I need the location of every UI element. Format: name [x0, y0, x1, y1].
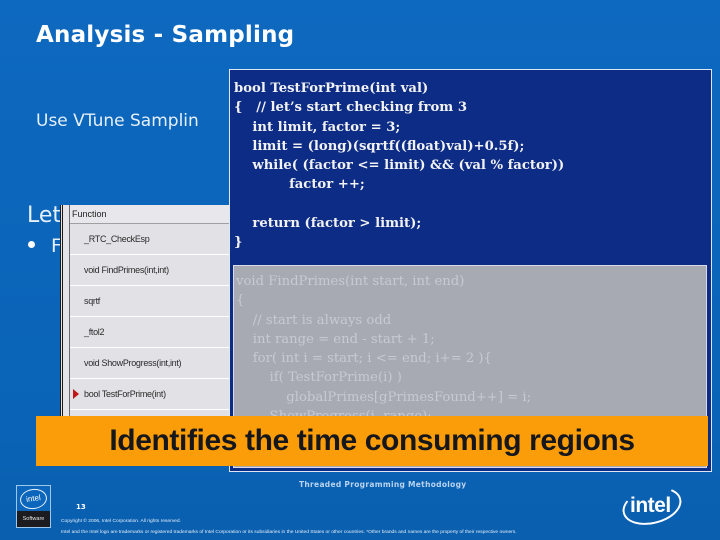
footer-course-title: Threaded Programming Methodology: [299, 480, 467, 489]
function-row[interactable]: _ftol2: [70, 317, 238, 348]
function-row[interactable]: sqrtf: [70, 286, 238, 317]
code-line: int limit, factor = 3;: [234, 119, 401, 135]
function-name: void ShowProgress(int,int): [84, 358, 182, 368]
code-line: if( TestForPrime(i) ): [236, 370, 402, 386]
bullet-icon: [28, 241, 35, 248]
bullet-item: F: [28, 235, 62, 257]
function-row[interactable]: void FindPrimes(int,int): [70, 255, 238, 286]
code-line: {: [236, 293, 245, 309]
highlighted-code-block: bool TestForPrime(int val) { // let’s sta…: [234, 79, 564, 253]
function-row[interactable]: _RTC_CheckEsp: [70, 224, 238, 255]
code-line: bool TestForPrime(int val): [234, 81, 429, 96]
code-line: int range = end - start + 1;: [236, 331, 435, 347]
function-name: _ftol2: [84, 327, 105, 337]
intel-logo-wordmark: intel: [630, 494, 671, 517]
source-code-window: bool TestForPrime(int val) { // let’s sta…: [229, 69, 712, 472]
code-line: globalPrimes[gPrimesFound++] = i;: [236, 389, 532, 405]
function-name: sqrtf: [84, 296, 101, 306]
function-row-hotspot[interactable]: bool TestForPrime(int): [70, 379, 238, 410]
function-name: bool TestForPrime(int): [84, 389, 166, 399]
function-row[interactable]: void ShowProgress(int,int): [70, 348, 238, 379]
code-line: limit = (long)(sqrtf((float)val)+0.5f);: [234, 138, 525, 154]
code-line: }: [234, 235, 243, 251]
intel-badge-logo-icon: intel: [18, 487, 49, 511]
function-column-header[interactable]: Function: [70, 205, 238, 224]
code-line: for( int i = start; i <= end; i+= 2 ){: [236, 351, 492, 367]
code-line: { // let’s start checking from 3: [234, 100, 467, 116]
badge-label: Software: [17, 511, 50, 527]
intel-software-badge: intel Software: [16, 485, 51, 528]
trademark-text: Intel and the Intel logo are trademarks …: [61, 530, 517, 535]
function-name: void FindPrimes(int,int): [84, 265, 169, 275]
function-name: _RTC_CheckEsp: [84, 234, 150, 244]
callout-banner: Identifies the time consuming regions: [36, 416, 708, 466]
hotspot-arrow-icon: [73, 389, 79, 399]
code-line: factor ++;: [234, 177, 365, 193]
copyright-text: Copyright © 2006, Intel Corporation. All…: [61, 519, 181, 524]
body-text-vtune-sampling: Use VTune Samplin: [36, 111, 199, 131]
body-text-let: Let: [27, 203, 62, 228]
slide-title: Analysis - Sampling: [36, 22, 295, 48]
code-line: while( (factor <= limit) && (val % facto…: [234, 158, 565, 174]
function-list-panel: Function _RTC_CheckEsp void FindPrimes(i…: [69, 205, 238, 450]
code-line: // start is always odd: [236, 312, 392, 328]
code-line: return (factor > limit);: [234, 216, 422, 232]
page-number: 13: [76, 503, 86, 511]
code-line: void FindPrimes(int start, int end): [236, 274, 465, 289]
slide: Analysis - Sampling Use VTune Samplin Le…: [0, 0, 720, 540]
vtune-function-list-window: Function _RTC_CheckEsp void FindPrimes(i…: [60, 205, 238, 450]
intel-logo-icon: intel: [618, 481, 688, 531]
dimmed-code-block: void FindPrimes(int start, int end) { // …: [236, 272, 531, 426]
